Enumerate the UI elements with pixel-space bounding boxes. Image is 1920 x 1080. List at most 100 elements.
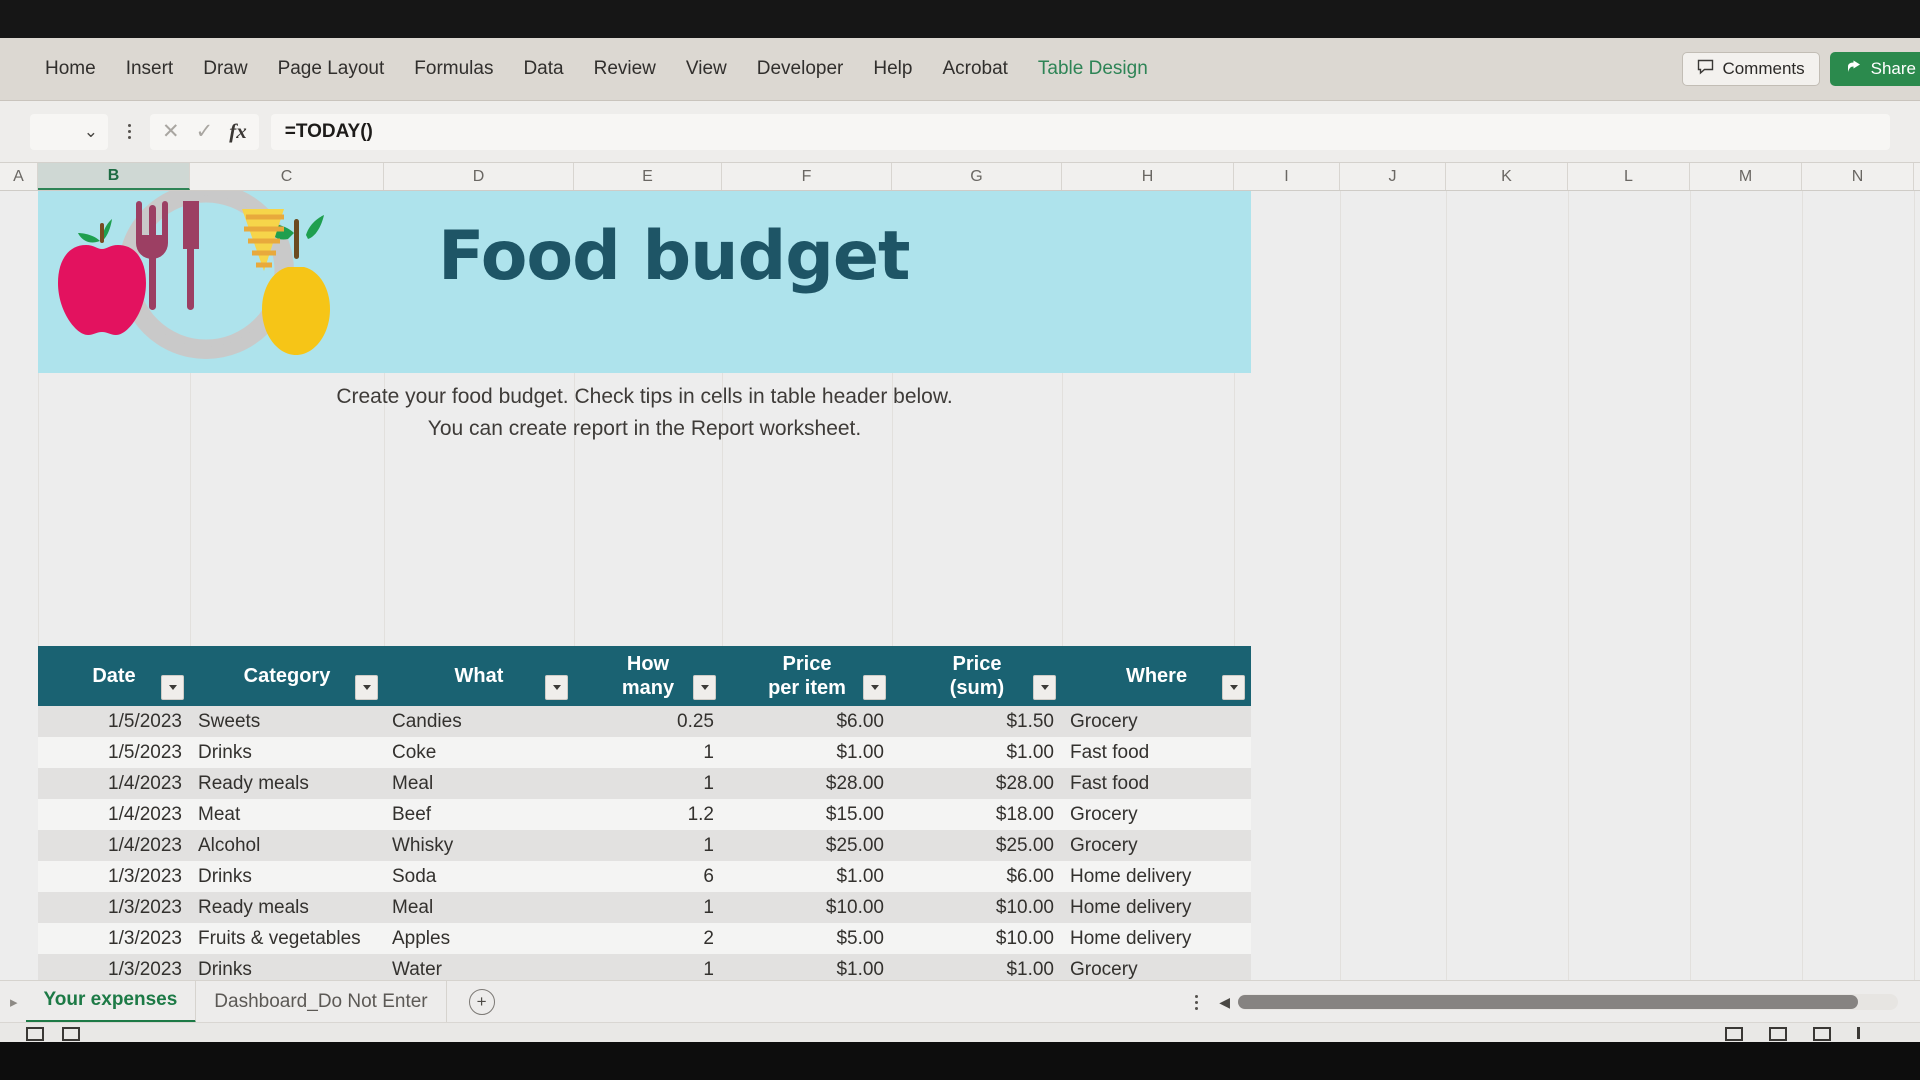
table-header-where[interactable]: Where: [1062, 646, 1251, 706]
table-row[interactable]: 1/3/2023 Drinks Soda 6 $1.00 $6.00 Home delive…: [38, 861, 1251, 892]
table-cell-price-per-item[interactable]: $1.00: [722, 737, 892, 768]
table-cell-what[interactable]: Candies: [384, 706, 574, 737]
scrollbar-thumb[interactable]: [1238, 995, 1858, 1009]
table-cell-where[interactable]: Grocery: [1062, 706, 1251, 737]
table-cell-price-per-item[interactable]: $10.00: [722, 892, 892, 923]
ribbon-tab-review[interactable]: Review: [579, 38, 671, 100]
column-header-H[interactable]: H: [1062, 163, 1234, 190]
horizontal-scrollbar[interactable]: ◀: [1219, 994, 1920, 1011]
column-header-L[interactable]: L: [1568, 163, 1690, 190]
table-cell-category[interactable]: Ready meals: [190, 768, 384, 799]
table-cell-price-sum[interactable]: $18.00: [892, 799, 1062, 830]
table-cell-where[interactable]: Home delivery: [1062, 892, 1251, 923]
ribbon-tab-acrobat[interactable]: Acrobat: [927, 38, 1022, 100]
table-cell-price-per-item[interactable]: $28.00: [722, 768, 892, 799]
sheet-tab-your-expenses[interactable]: Your expenses: [25, 980, 197, 1023]
column-header-B[interactable]: B: [38, 163, 190, 190]
table-cell-price-sum[interactable]: $1.50: [892, 706, 1062, 737]
table-cell-date[interactable]: 1/4/2023: [38, 768, 190, 799]
table-cell-price-sum[interactable]: $10.00: [892, 923, 1062, 954]
filter-dropdown-icon[interactable]: [1033, 675, 1056, 700]
table-cell-how-many[interactable]: 1.2: [574, 799, 722, 830]
column-header-A[interactable]: A: [0, 163, 38, 190]
table-cell-price-per-item[interactable]: $1.00: [722, 861, 892, 892]
table-cell-how-many[interactable]: 1: [574, 737, 722, 768]
filter-dropdown-icon[interactable]: [693, 675, 716, 700]
table-cell-how-many[interactable]: 1: [574, 830, 722, 861]
table-cell-how-many[interactable]: 1: [574, 768, 722, 799]
table-cell-how-many[interactable]: 6: [574, 861, 722, 892]
insert-function-icon[interactable]: fx: [229, 119, 247, 144]
sheet-tab-dashboard-do-not-enter[interactable]: Dashboard_Do Not Enter: [196, 980, 447, 1023]
table-row[interactable]: 1/4/2023 Meat Beef 1.2 $15.00 $18.00 Grocery: [38, 799, 1251, 830]
table-row[interactable]: 1/5/2023 Sweets Candies 0.25 $6.00 $1.50 Groce…: [38, 706, 1251, 737]
table-cell-price-sum[interactable]: $28.00: [892, 768, 1062, 799]
share-button[interactable]: Share: [1829, 52, 1920, 86]
column-header-J[interactable]: J: [1340, 163, 1446, 190]
ribbon-tab-formulas[interactable]: Formulas: [399, 38, 508, 100]
table-cell-how-many[interactable]: 1: [574, 892, 722, 923]
comments-button[interactable]: Comments: [1682, 52, 1820, 86]
filter-dropdown-icon[interactable]: [545, 675, 568, 700]
confirm-icon[interactable]: ✓: [196, 121, 214, 142]
filter-dropdown-icon[interactable]: [1222, 675, 1245, 700]
name-box[interactable]: ⌄: [30, 113, 108, 150]
table-cell-where[interactable]: Fast food: [1062, 768, 1251, 799]
ribbon-tab-data[interactable]: Data: [508, 38, 578, 100]
table-row[interactable]: 1/4/2023 Ready meals Meal 1 $28.00 $28.00 Fast…: [38, 768, 1251, 799]
ribbon-tab-insert[interactable]: Insert: [111, 38, 189, 100]
column-header-C[interactable]: C: [190, 163, 384, 190]
table-cell-price-per-item[interactable]: $25.00: [722, 830, 892, 861]
ribbon-tab-developer[interactable]: Developer: [742, 38, 859, 100]
cancel-icon[interactable]: ✕: [162, 121, 180, 142]
table-cell-date[interactable]: 1/3/2023: [38, 923, 190, 954]
table-header-how-many[interactable]: How many: [574, 646, 722, 706]
ribbon-tab-page-layout[interactable]: Page Layout: [263, 38, 400, 100]
table-cell-how-many[interactable]: 2: [574, 923, 722, 954]
table-cell-what[interactable]: Coke: [384, 737, 574, 768]
filter-dropdown-icon[interactable]: [863, 675, 886, 700]
table-cell-price-per-item[interactable]: $6.00: [722, 706, 892, 737]
table-cell-category[interactable]: Sweets: [190, 706, 384, 737]
table-cell-price-sum[interactable]: $1.00: [892, 737, 1062, 768]
table-cell-what[interactable]: Meal: [384, 892, 574, 923]
table-header-category[interactable]: Category: [190, 646, 384, 706]
table-row[interactable]: 1/3/2023 Ready meals Meal 1 $10.00 $10.00 Home…: [38, 892, 1251, 923]
table-cell-date[interactable]: 1/4/2023: [38, 799, 190, 830]
ribbon-tab-help[interactable]: Help: [858, 38, 927, 100]
add-sheet-button[interactable]: +: [468, 988, 495, 1015]
table-cell-date[interactable]: 1/3/2023: [38, 954, 190, 980]
table-cell-price-sum[interactable]: $1.00: [892, 954, 1062, 980]
table-cell-date[interactable]: 1/3/2023: [38, 892, 190, 923]
normal-view-icon[interactable]: [1725, 1027, 1743, 1041]
table-header-what[interactable]: What: [384, 646, 574, 706]
filter-dropdown-icon[interactable]: [355, 675, 378, 700]
table-header-price-per-item[interactable]: Price per item: [722, 646, 892, 706]
table-row[interactable]: 1/3/2023 Drinks Water 1 $1.00 $1.00 Grocery: [38, 954, 1251, 980]
table-cell-category[interactable]: Drinks: [190, 861, 384, 892]
table-cell-date[interactable]: 1/5/2023: [38, 737, 190, 768]
table-cell-category[interactable]: Drinks: [190, 954, 384, 980]
scroll-more-icon[interactable]: [1183, 994, 1209, 1010]
table-cell-where[interactable]: Grocery: [1062, 954, 1251, 980]
sheet-nav-right-icon[interactable]: ▸: [2, 993, 26, 1011]
page-layout-view-icon[interactable]: [1769, 1027, 1787, 1041]
table-cell-how-many[interactable]: 1: [574, 954, 722, 980]
table-cell-how-many[interactable]: 0.25: [574, 706, 722, 737]
formula-input[interactable]: =TODAY(): [270, 113, 1890, 150]
table-cell-where[interactable]: Home delivery: [1062, 861, 1251, 892]
table-cell-price-per-item[interactable]: $5.00: [722, 923, 892, 954]
ribbon-tab-draw[interactable]: Draw: [188, 38, 262, 100]
table-row[interactable]: 1/3/2023 Fruits & vegetables Apples 2 $5.00 $…: [38, 923, 1251, 954]
table-cell-category[interactable]: Meat: [190, 799, 384, 830]
table-cell-what[interactable]: Meal: [384, 768, 574, 799]
column-header-G[interactable]: G: [892, 163, 1062, 190]
table-cell-category[interactable]: Drinks: [190, 737, 384, 768]
page-break-view-icon[interactable]: [1813, 1027, 1831, 1041]
table-cell-what[interactable]: Whisky: [384, 830, 574, 861]
table-header-date[interactable]: Date: [38, 646, 190, 706]
table-cell-where[interactable]: Home delivery: [1062, 923, 1251, 954]
table-cell-price-per-item[interactable]: $15.00: [722, 799, 892, 830]
column-header-D[interactable]: D: [384, 163, 574, 190]
scrollbar-track[interactable]: [1238, 994, 1898, 1010]
